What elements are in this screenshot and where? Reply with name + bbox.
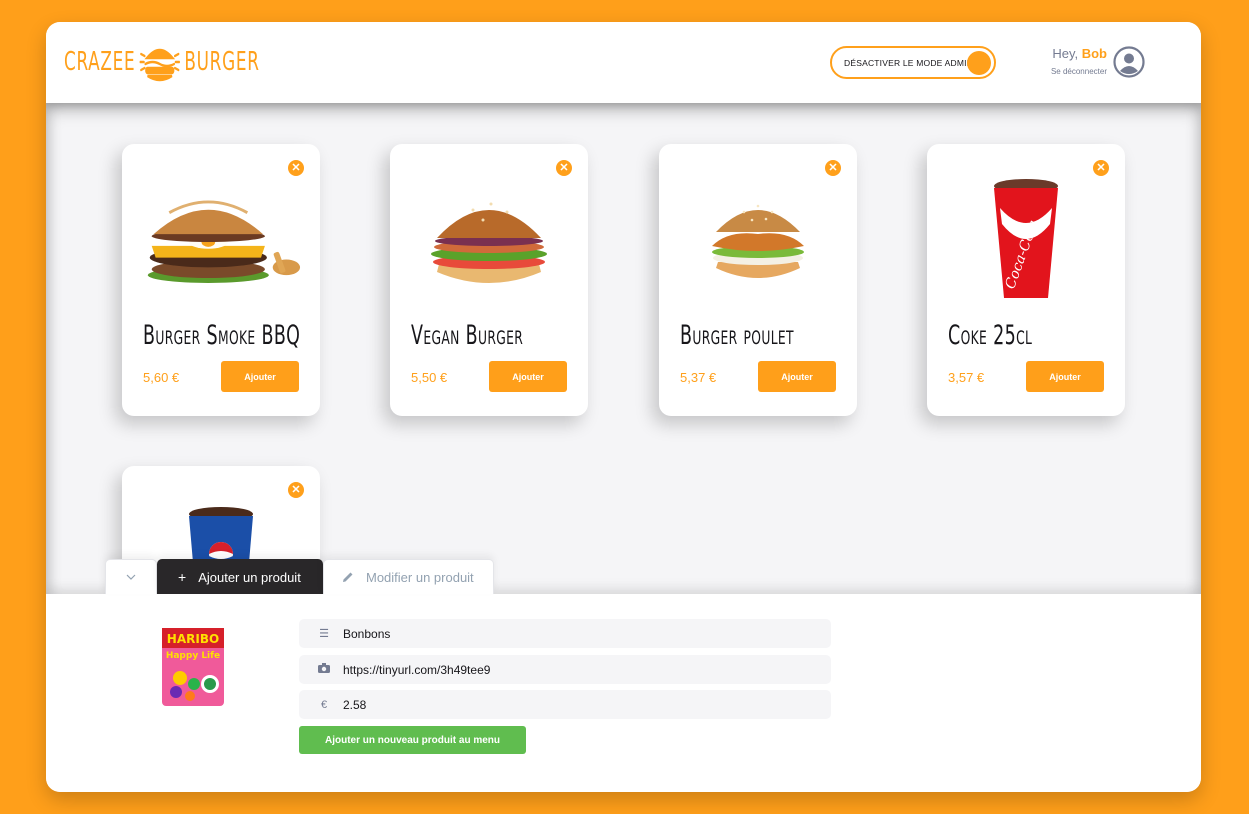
toggle-knob [967,51,991,75]
burger-icon: ☰ [319,628,329,640]
tab-edit-label: Modifier un produit [366,569,474,585]
delete-product-icon[interactable]: ✕ [556,160,572,176]
admin-tabs: + Ajouter un produit Modifier un produit [105,559,494,594]
svg-text:HARIBO: HARIBO [167,632,219,646]
delete-product-icon[interactable]: ✕ [1093,160,1109,176]
delete-product-icon[interactable]: ✕ [825,160,841,176]
product-price: 5,37 € [680,370,717,385]
product-price: 3,57 € [948,370,985,385]
tab-edit-product[interactable]: Modifier un produit [323,559,494,594]
product-title: Burger poulet [680,320,794,351]
delete-product-icon[interactable]: ✕ [288,160,304,176]
product-card: ✕ Burger Smoke BBQ 5,60 € Ajouter [122,144,320,416]
logo-text-right: BURGER [184,47,260,77]
app-frame: CRAZEE BURGER DÉSACTIVER LE MODE ADMIN H… [46,22,1201,792]
euro-icon: € [320,698,328,711]
product-image-preview: HARIBO Happy Life [162,628,224,706]
logo[interactable]: CRAZEE BURGER [64,40,260,84]
product-image-chicken-burger [677,184,839,296]
add-to-cart-button[interactable]: Ajouter [1026,361,1104,392]
product-price: 5,50 € [411,370,448,385]
camera-icon [317,663,331,676]
product-card: ✕ Burger poulet 5,37 € Ajouter [659,144,857,416]
product-price-field[interactable]: € 2.58 [299,690,831,719]
tab-add-product[interactable]: + Ajouter un produit [157,559,323,594]
logout-link[interactable]: Se déconnecter [1051,67,1107,76]
product-image-vegan-burger [408,184,570,296]
product-title: Coke 25cl [948,320,1033,351]
product-name-field[interactable]: ☰ Bonbons [299,619,831,648]
admin-toggle-label: DÉSACTIVER LE MODE ADMIN [844,57,974,68]
burger-logo-icon [139,48,180,82]
greeting: Hey, Bob [1051,46,1107,61]
product-image-url-field[interactable]: https://tinyurl.com/3h49tee9 [299,655,831,684]
admin-mode-toggle[interactable]: DÉSACTIVER LE MODE ADMIN [830,46,996,79]
product-card: ✕ Coca-Cola Coke 25cl 3,57 € Ajouter [927,144,1125,416]
user-info: Hey, Bob Se déconnecter [1051,46,1107,76]
product-name-value: Bonbons [343,626,391,641]
add-to-cart-button[interactable]: Ajouter [221,361,299,392]
product-title: Vegan Burger [411,320,524,351]
pencil-icon [343,572,353,582]
navbar: CRAZEE BURGER DÉSACTIVER LE MODE ADMIN H… [46,22,1201,103]
product-image-burger-bbq [140,184,302,296]
username: Bob [1081,46,1107,61]
menu-area: ✕ Burger Smoke BBQ 5,60 € Ajouter ✕ Vega… [46,103,1201,738]
greeting-text: Hey, [1052,46,1082,61]
collapse-panel-tab[interactable] [105,559,157,594]
product-card: ✕ Vegan Burger 5,50 € Ajouter [390,144,588,416]
add-to-cart-button[interactable]: Ajouter [489,361,567,392]
product-image-url-value: https://tinyurl.com/3h49tee9 [343,662,491,677]
user-avatar-icon[interactable] [1113,46,1145,78]
product-price: 5,60 € [143,370,180,385]
product-title: Burger Smoke BBQ [143,320,301,351]
svg-text:Happy Life: Happy Life [166,651,220,661]
product-price-value: 2.58 [343,697,367,712]
add-to-cart-button[interactable]: Ajouter [758,361,836,392]
product-image-coke-cup: Coca-Cola [945,179,1107,298]
plus-icon: + [178,569,187,585]
tab-add-label: Ajouter un produit [198,569,301,585]
logo-text-left: CRAZEE [64,47,136,77]
chevron-down-icon [126,574,136,580]
add-new-product-button[interactable]: Ajouter un nouveau produit au menu [299,726,526,754]
delete-product-icon[interactable]: ✕ [288,482,304,498]
